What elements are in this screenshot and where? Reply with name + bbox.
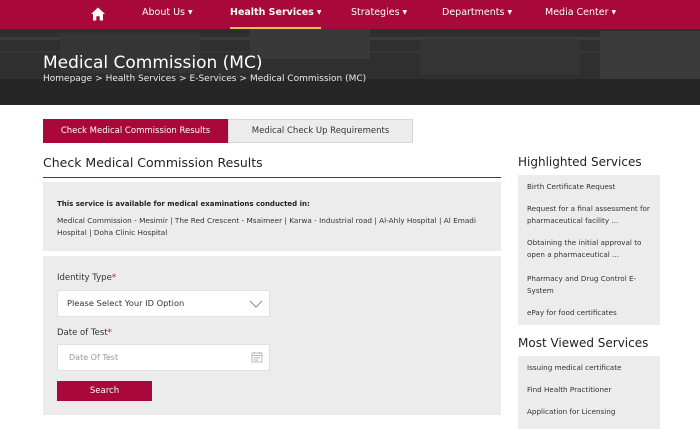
tab-check-up-requirements[interactable]: Medical Check Up Requirements bbox=[228, 119, 413, 143]
identity-type-label: Identity Type* bbox=[57, 273, 116, 283]
section-title: Check Medical Commission Results bbox=[43, 155, 263, 170]
nav-item-label: Health Services bbox=[230, 7, 314, 18]
breadcrumb-health-services[interactable]: Health Services bbox=[106, 74, 176, 84]
info-text: Medical Commission - Mesimir | The Red C… bbox=[57, 216, 476, 237]
info-heading: This service is available for medical ex… bbox=[57, 200, 310, 208]
breadcrumb-homepage[interactable]: Homepage bbox=[43, 74, 92, 84]
date-of-test-label: Date of Test* bbox=[57, 328, 112, 338]
caret-down-icon: ▼ bbox=[507, 9, 513, 16]
nav-item-label: Media Center bbox=[545, 7, 609, 18]
breadcrumb-separator: > bbox=[239, 74, 247, 84]
most-viewed-service-item[interactable]: Find Health Practitioner bbox=[527, 384, 655, 396]
chevron-down-icon bbox=[249, 300, 263, 308]
identity-type-select[interactable]: Please Select Your ID Option bbox=[57, 290, 270, 317]
highlighted-service-item[interactable]: Obtaining the initial approval to open a… bbox=[527, 237, 655, 261]
top-navigation-bar: About Us ▼ Health Services ▼ Strategies ▼ D… bbox=[0, 0, 700, 29]
date-placeholder: Date Of Test bbox=[69, 353, 119, 362]
page-title: Medical Commission (MC) bbox=[43, 53, 263, 73]
breadcrumb-separator: > bbox=[95, 74, 103, 84]
search-button[interactable]: Search bbox=[57, 381, 152, 401]
date-of-test-input[interactable]: Date Of Test bbox=[57, 344, 270, 371]
breadcrumb-e-services[interactable]: E-Services bbox=[190, 74, 237, 84]
caret-down-icon: ▼ bbox=[316, 9, 322, 16]
highlighted-service-item[interactable]: ePay for food certificates bbox=[527, 307, 655, 319]
calendar-icon[interactable] bbox=[251, 351, 263, 363]
nav-item-label: About Us bbox=[142, 7, 186, 18]
nav-item-about-us[interactable]: About Us ▼ bbox=[142, 0, 193, 29]
breadcrumb-separator: > bbox=[178, 74, 187, 84]
highlighted-services-title: Highlighted Services bbox=[518, 155, 642, 169]
required-mark: * bbox=[111, 273, 117, 283]
nav-item-health-services[interactable]: Health Services ▼ bbox=[230, 0, 322, 29]
most-viewed-service-item[interactable]: Application for Licensing bbox=[527, 406, 655, 418]
breadcrumb-current: Medical Commission (MC) bbox=[249, 74, 367, 84]
nav-item-departments[interactable]: Departments ▼ bbox=[442, 0, 512, 29]
most-viewed-services-title: Most Viewed Services bbox=[518, 336, 649, 350]
caret-down-icon: ▼ bbox=[611, 9, 617, 16]
breadcrumb: Homepage > Health Services > E-Services > Medi… bbox=[43, 74, 366, 84]
highlighted-service-item[interactable]: Request for a final assessment for pharm… bbox=[527, 203, 655, 227]
title-divider bbox=[43, 177, 501, 178]
required-mark: * bbox=[107, 328, 112, 338]
identity-type-label-text: Identity Type bbox=[57, 273, 112, 283]
caret-down-icon: ▼ bbox=[188, 9, 193, 16]
tab-check-results[interactable]: Check Medical Commission Results bbox=[43, 119, 228, 143]
most-viewed-service-item[interactable]: Issuing medical certificate bbox=[527, 362, 655, 374]
nav-item-label: Strategies bbox=[351, 7, 400, 18]
highlighted-service-item[interactable]: Pharmacy and Drug Control E-System bbox=[527, 273, 655, 297]
nav-item-media-center[interactable]: Media Center ▼ bbox=[545, 0, 616, 29]
identity-type-value: Please Select Your ID Option bbox=[67, 298, 185, 308]
date-of-test-label-text: Date of Test bbox=[57, 328, 108, 338]
home-icon[interactable] bbox=[90, 6, 106, 22]
nav-item-label: Departments bbox=[442, 7, 505, 18]
caret-down-icon: ▼ bbox=[402, 9, 408, 16]
highlighted-service-item[interactable]: Birth Certificate Request bbox=[527, 181, 655, 193]
nav-item-strategies[interactable]: Strategies ▼ bbox=[351, 0, 407, 29]
service-info-box: This service is available for medical ex… bbox=[43, 182, 501, 251]
